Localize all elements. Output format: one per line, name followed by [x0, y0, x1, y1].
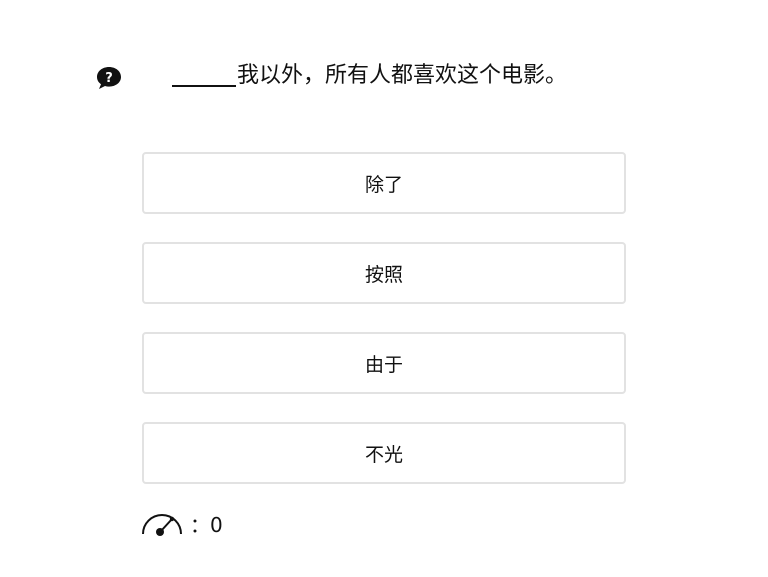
question-bubble-icon: ? — [97, 67, 121, 89]
option-1-button[interactable]: 除了 — [142, 152, 626, 214]
score-indicator: ：0 — [140, 508, 223, 538]
svg-text:?: ? — [105, 71, 113, 86]
question-sentence: 我以外，所有人都喜欢这个电影。 — [237, 63, 568, 88]
question-text: 我以外，所有人都喜欢这个电影。 — [172, 60, 567, 92]
option-2-button[interactable]: 按照 — [142, 242, 626, 304]
answer-options: 除了 按照 由于 不光 — [142, 152, 626, 484]
speedometer-icon — [142, 514, 182, 536]
question-row: ? 我以外，所有人都喜欢这个电影。 — [96, 58, 716, 94]
option-4-button[interactable]: 不光 — [142, 422, 626, 484]
score-value: ：0 — [190, 512, 223, 537]
option-3-button[interactable]: 由于 — [142, 332, 626, 394]
answer-blank — [172, 61, 236, 87]
